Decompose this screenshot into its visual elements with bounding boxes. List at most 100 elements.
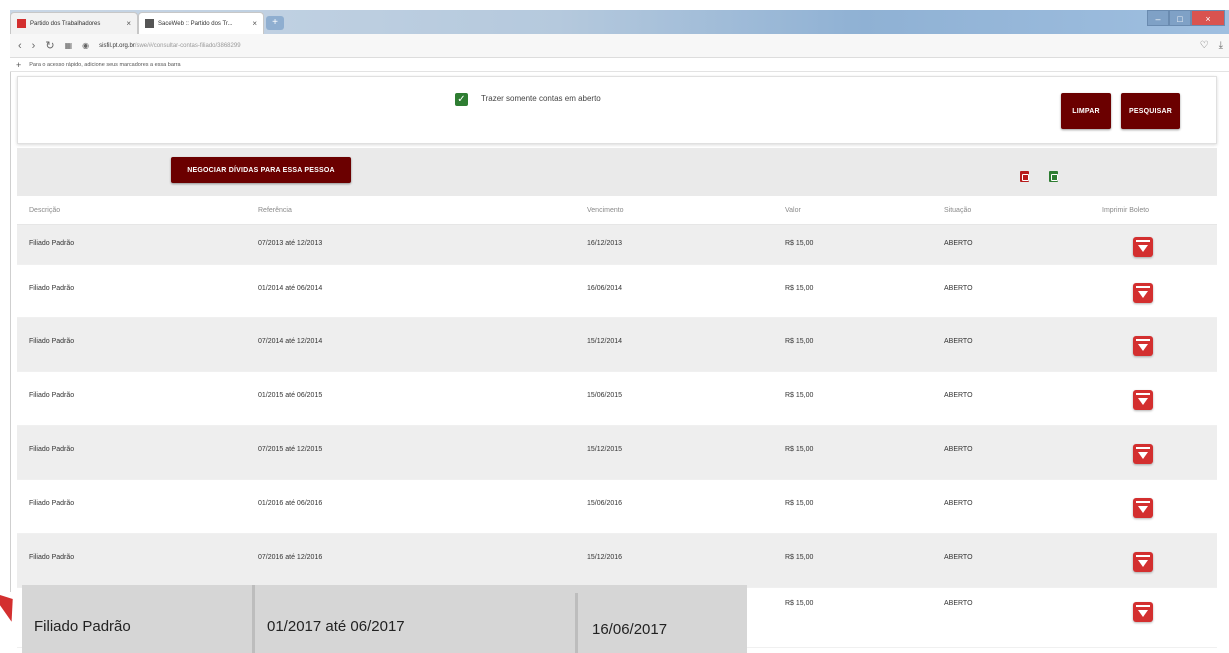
imprimir-boleto-cell — [1133, 588, 1153, 622]
page-favicon-icon — [145, 19, 154, 28]
zoomed-row-overlay: Filiado Padrão 01/2017 até 06/2017 16/06… — [22, 585, 747, 653]
bookmarks-bar: + Para o acesso rápido, adicione seus ma… — [10, 58, 1229, 72]
header-situacao: Situação — [944, 206, 972, 214]
table-header: Descrição Referência Vencimento Valor Si… — [17, 196, 1217, 225]
limpar-button[interactable]: LIMPAR — [1061, 93, 1111, 129]
cell-referencia: 01/2015 até 06/2015 — [258, 392, 323, 399]
forward-icon[interactable]: › — [32, 40, 36, 52]
url-host: sisfil.pt.org.br — [99, 42, 135, 49]
left-divider — [10, 72, 11, 592]
cell-situacao: ABERTO — [944, 446, 973, 453]
tab-label: SaceWeb :: Partido dos Tr... — [158, 20, 233, 27]
browser-tab-bar: Partido dos Trabalhadores × SaceWeb :: P… — [10, 10, 1229, 34]
cell-situacao: ABERTO — [944, 392, 973, 399]
download-boleto-icon[interactable] — [1133, 390, 1153, 410]
table-row: Filiado Padrão 01/2014 até 06/2014 16/06/2… — [17, 265, 1217, 318]
cell-situacao: ABERTO — [944, 600, 973, 607]
maximize-icon[interactable]: □ — [1169, 10, 1191, 26]
cell-valor: R$ 15,00 — [785, 392, 814, 399]
star-favicon-icon — [17, 19, 26, 28]
cell-valor: R$ 15,00 — [785, 338, 814, 345]
zoom-referencia: 01/2017 até 06/2017 — [267, 618, 405, 635]
address-bar: ‹ › ↻ ▦ ◉ sisfil.pt.org.br/swe/#/consult… — [10, 34, 1229, 58]
download-boleto-icon[interactable] — [1133, 336, 1153, 356]
header-referencia: Referência — [258, 206, 292, 214]
download-boleto-icon[interactable] — [1133, 444, 1153, 464]
imprimir-boleto-cell — [1133, 372, 1153, 410]
cell-valor: R$ 15,00 — [785, 500, 814, 507]
add-bookmark-icon[interactable]: + — [16, 60, 21, 70]
cell-descricao: Filiado Padrão — [29, 285, 75, 292]
open-accounts-label: Trazer somente contas em aberto — [481, 94, 601, 103]
close-window-icon[interactable]: × — [1191, 10, 1225, 26]
header-descricao: Descrição — [29, 206, 61, 214]
table-row: Filiado Padrão 01/2016 até 06/2016 15/06/2… — [17, 480, 1217, 534]
site-info-icon[interactable]: ◉ — [82, 41, 89, 50]
imprimir-boleto-cell — [1133, 426, 1153, 464]
imprimir-boleto-cell — [1133, 225, 1153, 257]
zoom-separator — [575, 593, 578, 653]
table-row: Filiado Padrão 07/2016 até 12/2016 15/12/2… — [17, 534, 1217, 588]
cell-valor: R$ 15,00 — [785, 600, 814, 607]
download-boleto-icon[interactable] — [1133, 498, 1153, 518]
cell-descricao: Filiado Padrão — [29, 338, 75, 345]
cell-descricao: Filiado Padrão — [29, 392, 75, 399]
tab-saceweb[interactable]: SaceWeb :: Partido dos Tr... × — [138, 12, 264, 34]
zoom-separator — [252, 585, 255, 653]
imprimir-boleto-cell — [1133, 318, 1153, 356]
excel-export-icon[interactable] — [1049, 171, 1058, 182]
zoom-vencimento: 16/06/2017 — [592, 621, 668, 638]
cell-situacao: ABERTO — [944, 554, 973, 561]
cell-situacao: ABERTO — [944, 285, 973, 292]
download-icon[interactable]: ⤓ — [1219, 40, 1223, 51]
imprimir-boleto-cell — [1133, 534, 1153, 572]
filter-panel: ✓ Trazer somente contas em aberto — [17, 76, 1217, 144]
close-tab-icon[interactable]: × — [126, 19, 131, 28]
cell-descricao: Filiado Padrão — [29, 446, 75, 453]
negociar-dividas-button[interactable]: NEGOCIAR DÍVIDAS PARA ESSA PESSOA — [171, 157, 351, 183]
cell-situacao: ABERTO — [944, 240, 973, 247]
cell-vencimento: 16/06/2014 — [587, 285, 623, 292]
cell-valor: R$ 15,00 — [785, 446, 814, 453]
cell-situacao: ABERTO — [944, 338, 973, 345]
cell-referencia: 07/2016 até 12/2016 — [258, 554, 323, 561]
cell-referencia: 01/2014 até 06/2014 — [258, 285, 323, 292]
download-boleto-icon[interactable] — [1133, 552, 1153, 572]
imprimir-boleto-cell — [1133, 265, 1153, 303]
window-controls: – □ × — [1147, 10, 1225, 26]
favorite-heart-icon[interactable]: ♡ — [1200, 40, 1209, 51]
download-boleto-icon[interactable] — [1133, 602, 1153, 622]
reload-icon[interactable]: ↻ — [45, 39, 54, 52]
cell-referencia: 01/2016 até 06/2016 — [258, 500, 323, 507]
cell-valor: R$ 15,00 — [785, 285, 814, 292]
pesquisar-button[interactable]: PESQUISAR — [1121, 93, 1180, 129]
zoom-descricao: Filiado Padrão — [34, 618, 131, 635]
table-row: Filiado Padrão 07/2013 até 12/2013 16/12/2… — [17, 225, 1217, 265]
imprimir-boleto-cell — [1133, 480, 1153, 518]
minimize-icon[interactable]: – — [1147, 10, 1169, 26]
table-row: Filiado Padrão 01/2015 até 06/2015 15/06/2… — [17, 372, 1217, 426]
accounts-table: Descrição Referência Vencimento Valor Si… — [17, 196, 1217, 648]
cell-descricao: Filiado Padrão — [29, 554, 75, 561]
cell-valor: R$ 15,00 — [785, 240, 814, 247]
cell-referencia: 07/2015 até 12/2015 — [258, 446, 323, 453]
table-row: Filiado Padrão 07/2015 até 12/2015 15/12/2… — [17, 426, 1217, 480]
bookmarks-hint: Para o acesso rápido, adicione seus marc… — [29, 61, 181, 68]
cell-vencimento: 15/12/2014 — [587, 338, 623, 345]
cell-vencimento: 15/06/2016 — [587, 500, 623, 507]
new-tab-button[interactable]: + — [266, 16, 284, 30]
download-boleto-icon[interactable] — [1133, 283, 1153, 303]
tab-label: Partido dos Trabalhadores — [30, 20, 101, 27]
cell-valor: R$ 15,00 — [785, 554, 814, 561]
url-field[interactable]: sisfil.pt.org.br/swe/#/consultar-contas-… — [99, 43, 240, 49]
open-accounts-checkbox[interactable]: ✓ — [455, 93, 468, 106]
cell-descricao: Filiado Padrão — [29, 500, 75, 507]
close-tab-icon[interactable]: × — [252, 19, 257, 28]
header-vencimento: Vencimento — [587, 206, 624, 214]
apps-grid-icon[interactable]: ▦ — [65, 41, 73, 50]
back-icon[interactable]: ‹ — [18, 40, 22, 52]
tab-partido[interactable]: Partido dos Trabalhadores × — [10, 12, 138, 34]
pdf-export-icon[interactable] — [1020, 171, 1029, 182]
left-margin — [0, 0, 10, 653]
download-boleto-icon[interactable] — [1133, 237, 1153, 257]
